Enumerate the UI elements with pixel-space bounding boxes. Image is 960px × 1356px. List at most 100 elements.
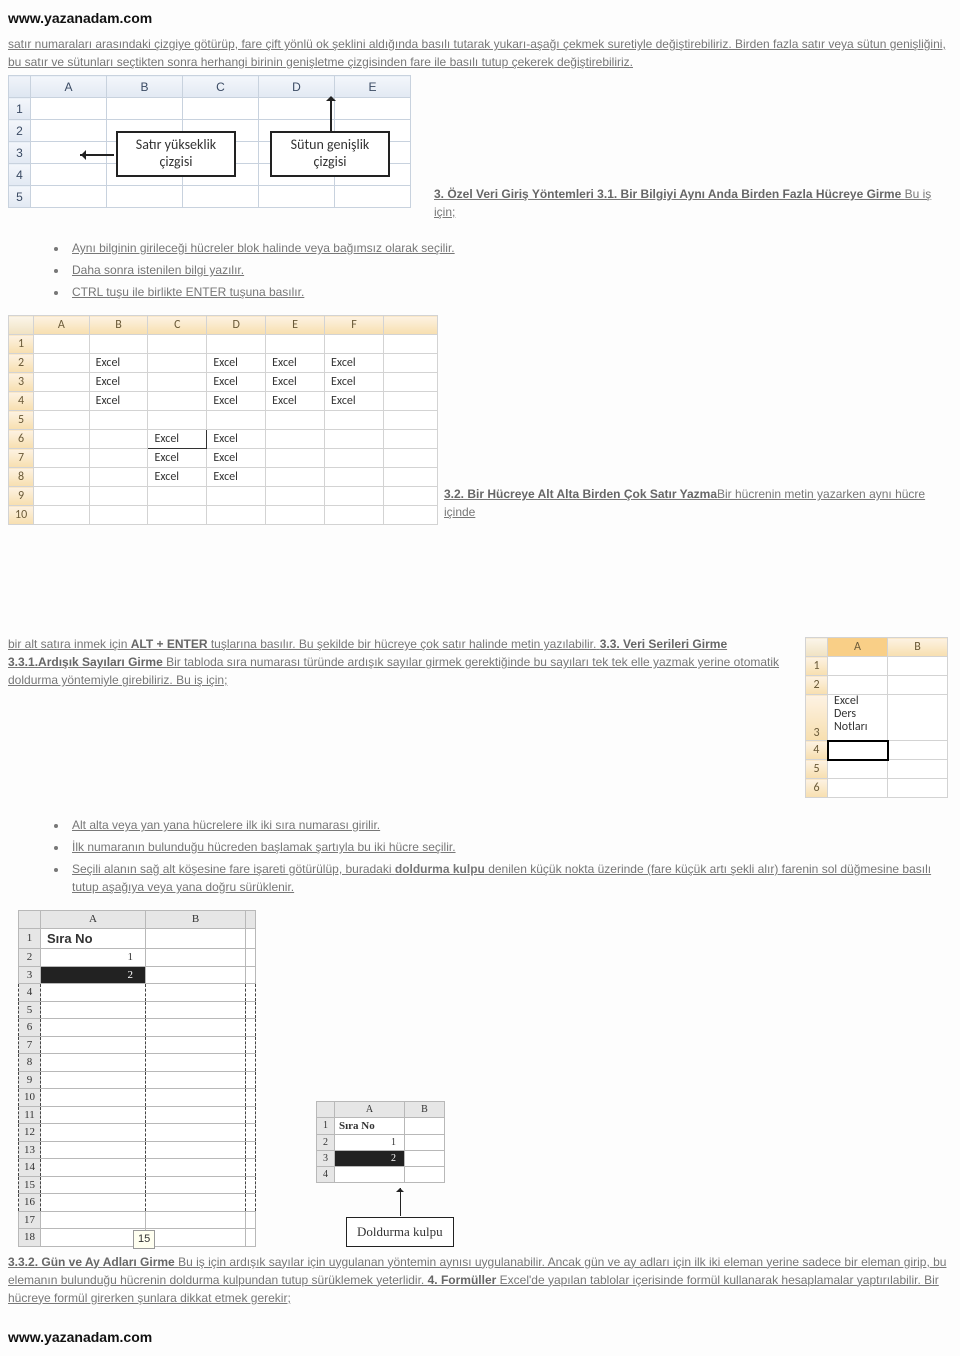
callout-row-height: Satır yükseklik çizgisi [116, 131, 236, 177]
fig2-cell-E4: Excel [266, 392, 325, 411]
fig3-col-B: B [888, 638, 948, 657]
fig4b-val-1: 1 [335, 1135, 405, 1151]
fig4a-grid: AB1Sıra No2132456789101112131415161718 [18, 910, 256, 1247]
alt-enter-post: tuşlarına basılır. Bu şekilde bir hücrey… [208, 637, 597, 651]
bullet-3-3-c-bold: doldurma kulpu [395, 862, 485, 876]
bullets-3-3: Alt alta veya yan yana hücrelere ilk iki… [68, 816, 952, 896]
fig2-cell-D2: Excel [207, 354, 266, 373]
fig4a-cell-A10 [41, 1089, 146, 1107]
fig2-cell-E7 [266, 449, 325, 468]
fig2-cell-D4: Excel [207, 392, 266, 411]
fig2-cell-D8: Excel [207, 468, 266, 487]
section-4-heading: 4. Formüller [428, 1273, 500, 1287]
fill-tooltip: 15 [133, 1230, 155, 1249]
bullet-3-1-a: Aynı bilginin girileceği hücreler blok h… [68, 239, 952, 257]
fig2-row-6: 6 [9, 430, 34, 449]
fig3-row-4: 4 [806, 741, 828, 760]
fig2-cell-F3: Excel [325, 373, 384, 392]
fig2-cell-B8 [89, 468, 148, 487]
bullet-3-3-a: Alt alta veya yan yana hücrelere ilk iki… [68, 816, 952, 834]
fig1-row-5: 5 [9, 186, 31, 208]
intro-paragraph: satır numaraları arasındaki çizgiye götü… [8, 35, 952, 71]
fig4b-col-B: B [405, 1101, 445, 1117]
fig2-row-1: 1 [9, 335, 34, 354]
fig2-cell-C9 [148, 487, 207, 506]
fig4a-cell-A6 [41, 1019, 146, 1037]
fig4a-col-B: B [146, 911, 246, 929]
fig2-cell-F7 [325, 449, 384, 468]
fig2-cell-E3: Excel [266, 373, 325, 392]
fig2-cell-C7: Excel [148, 449, 207, 468]
bullet-3-1-b: Daha sonra istenilen bilgi yazılır. [68, 261, 952, 279]
fig4a-row-15: 15 [19, 1176, 41, 1194]
fig2-cell-F10 [325, 506, 384, 525]
fig2-row-10: 10 [9, 506, 34, 525]
fig4a-row-14: 14 [19, 1159, 41, 1177]
fig2-cell-F2: Excel [325, 354, 384, 373]
fig3-row-1: 1 [806, 657, 828, 676]
figure-fill-series-large: AB1Sıra No2132456789101112131415161718 1… [18, 910, 256, 1247]
fig2-cell-B1 [89, 335, 148, 354]
fig2-col-A: A [34, 316, 89, 335]
fig2-cell-B7 [89, 449, 148, 468]
bullet-3-3-c-pre: Seçili alanın sağ alt köşesine fare işar… [72, 862, 395, 876]
bullets-3-1: Aynı bilginin girileceği hücreler blok h… [68, 239, 952, 301]
fig2-cell-D6: Excel [207, 430, 266, 449]
bullet-3-3-c: Seçili alanın sağ alt köşesine fare işar… [68, 860, 952, 896]
fig2-cell-F4: Excel [325, 392, 384, 411]
fig3-multiline-cell: ExcelDersNotları [828, 695, 888, 741]
fig3-grid: AB 1 2 3ExcelDersNotları 4 5 6 [805, 637, 948, 798]
fig2-row-2: 2 [9, 354, 34, 373]
fig4a-val-1: 1 [41, 949, 146, 967]
fig1-row-2: 2 [9, 120, 31, 142]
fig2-cell-E5 [266, 411, 325, 430]
fig2-cell-C6: Excel [148, 430, 207, 449]
fig3-col-A: A [828, 638, 888, 657]
fig4a-row-11: 11 [19, 1106, 41, 1124]
fig4a-cell-A7 [41, 1036, 146, 1054]
fig1-row-3: 3 [9, 142, 31, 164]
fig1-row-1: 1 [9, 98, 31, 120]
bullet-3-3-b: İlk numaranın bulunduğu hücreden başlama… [68, 838, 952, 856]
fig4a-cell-A11 [41, 1106, 146, 1124]
fig1-corner [9, 76, 31, 98]
fig4a-cell-A13 [41, 1141, 146, 1159]
fig2-cell-A7 [34, 449, 89, 468]
fig2-col-C: C [148, 316, 207, 335]
fig2-cell-B5 [89, 411, 148, 430]
figure-ctrl-enter: ABCDEF12ExcelExcelExcelExcel3ExcelExcelE… [8, 315, 438, 525]
fig4a-cell-A9 [41, 1071, 146, 1089]
fig2-col-E: E [266, 316, 325, 335]
fig2-cell-B3: Excel [89, 373, 148, 392]
fig2-row-8: 8 [9, 468, 34, 487]
fig2-row-5: 5 [9, 411, 34, 430]
fig4a-cell-A5 [41, 1001, 146, 1019]
fig2-row-9: 9 [9, 487, 34, 506]
fig2-cell-C1 [148, 335, 207, 354]
fig4a-row-3: 3 [19, 966, 41, 984]
fig2-cell-E2: Excel [266, 354, 325, 373]
fig2-cell-B10 [89, 506, 148, 525]
fig4b-row-3: 3 [317, 1151, 335, 1167]
fig2-cell-D7: Excel [207, 449, 266, 468]
fig2-cell-D3: Excel [207, 373, 266, 392]
fig4a-cell-A15 [41, 1176, 146, 1194]
fig2-cell-B9 [89, 487, 148, 506]
fig1-col-E: E [335, 76, 411, 98]
bullet-3-1-c: CTRL tuşu ile birlikte ENTER tuşuna bası… [68, 283, 952, 301]
fig2-cell-C4 [148, 392, 207, 411]
fig2-cell-A3 [34, 373, 89, 392]
alt-enter-key: ALT + ENTER [131, 637, 208, 651]
fig2-cell-D5 [207, 411, 266, 430]
fig4b-col-A: A [335, 1101, 405, 1117]
fig1-col-A: A [31, 76, 107, 98]
fig4b-row-1: 1 [317, 1117, 335, 1135]
fig2-cell-E6 [266, 430, 325, 449]
fig2-cell-B2: Excel [89, 354, 148, 373]
fig2-cell-A9 [34, 487, 89, 506]
figure-row-col-resize: A B C D E 1 2 3 4 5 Satır yükseklik çizg… [8, 75, 428, 225]
fig2-row-3: 3 [9, 373, 34, 392]
fig2-cell-F6 [325, 430, 384, 449]
fig3-row-5: 5 [806, 760, 828, 779]
fig2-row-7: 7 [9, 449, 34, 468]
